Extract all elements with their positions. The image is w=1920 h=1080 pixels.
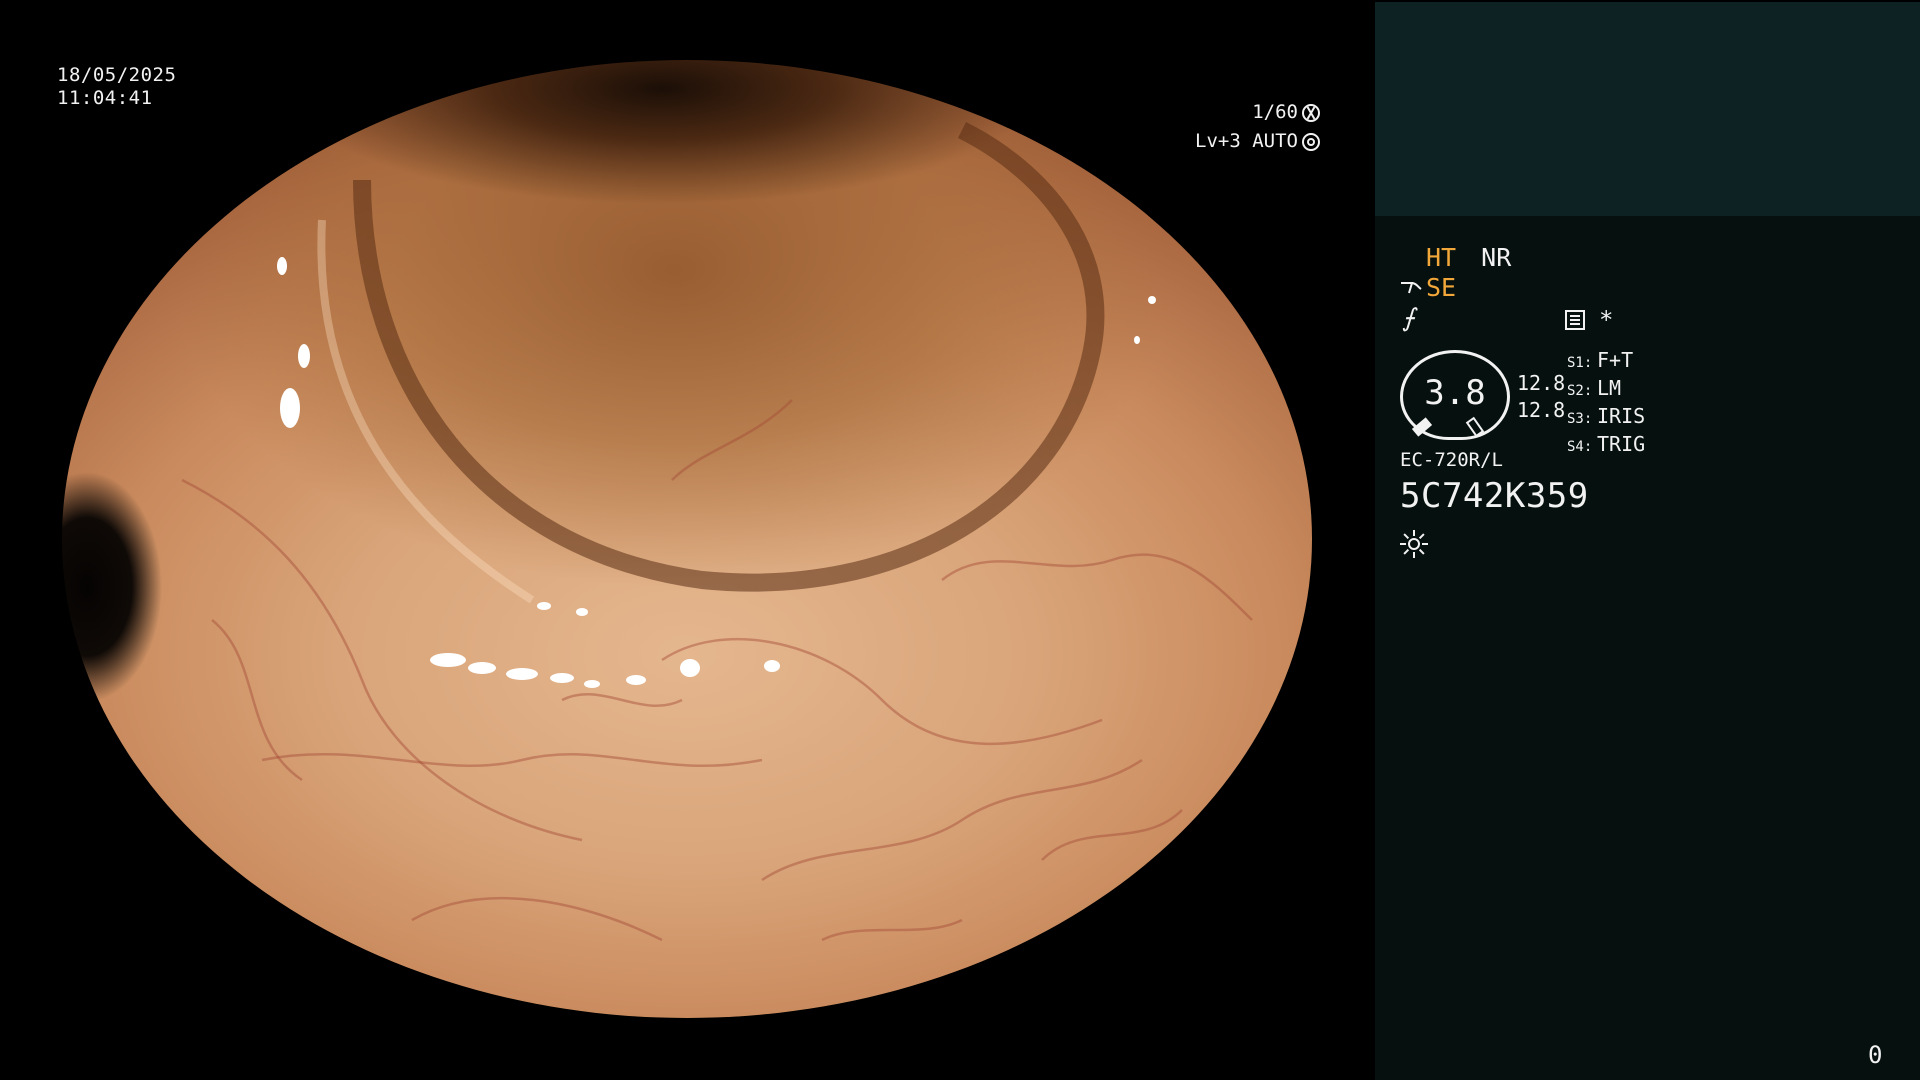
gauge-number-2: 12.8 bbox=[1517, 398, 1566, 422]
record-icon bbox=[1565, 310, 1585, 330]
level-row: Lv+3 AUTO bbox=[1195, 127, 1320, 156]
shutter-row: 1/60 bbox=[1195, 98, 1320, 127]
mode-se: SE bbox=[1426, 273, 1457, 302]
record-row: * bbox=[1565, 306, 1613, 334]
function-symbol: ⨍ bbox=[1402, 303, 1416, 332]
switch-assignments: S1: F+T S2: LM S3: IRIS S4: TRIG bbox=[1567, 348, 1645, 460]
switch-s4: S4: TRIG bbox=[1567, 432, 1646, 456]
switch-s2: S2: LM bbox=[1567, 376, 1622, 400]
mode-row: HT NR bbox=[1426, 243, 1511, 272]
mode-ht: HT bbox=[1426, 243, 1457, 272]
gauge-number-1: 12.8 bbox=[1517, 371, 1566, 395]
se-row: SE bbox=[1400, 273, 1456, 302]
date-text: 18/05/2025 bbox=[57, 64, 177, 86]
mode-nr: NR bbox=[1481, 243, 1512, 272]
frame-counter: 0 bbox=[1868, 1041, 1883, 1069]
exposure-overlay: 1/60 Lv+3 AUTO bbox=[1195, 98, 1320, 156]
shutter-text: 1/60 bbox=[1252, 101, 1298, 123]
bottom-mask bbox=[0, 1018, 1375, 1080]
level-text: Lv+3 AUTO bbox=[1195, 130, 1298, 152]
iris-icon bbox=[1302, 132, 1320, 151]
scope-serial: 5C742K359 bbox=[1400, 476, 1589, 516]
light-indicator bbox=[1400, 530, 1428, 558]
vessel-pattern bbox=[181, 399, 1253, 942]
scope-icon bbox=[1401, 281, 1422, 293]
endoscope-display: 18/05/2025 11:04:41 1/60 Lv+3 AUTO HT NR… bbox=[0, 0, 1920, 1080]
shutter-icon bbox=[1302, 103, 1320, 122]
datetime-overlay: 18/05/2025 11:04:41 bbox=[57, 64, 176, 110]
top-mask bbox=[0, 0, 1375, 60]
switch-s3: S3: IRIS bbox=[1567, 404, 1646, 428]
endoscopic-view bbox=[62, 60, 1312, 1018]
asterisk-mark: * bbox=[1599, 306, 1614, 334]
light-icon bbox=[1400, 530, 1428, 558]
panel-header-area bbox=[1375, 2, 1920, 216]
gauge-value: 3.8 bbox=[1424, 373, 1486, 413]
status-panel bbox=[1375, 216, 1920, 1080]
switch-s1: S1: F+T bbox=[1567, 348, 1634, 372]
mucosa-image bbox=[181, 90, 1253, 942]
time-text: 11:04:41 bbox=[57, 87, 153, 109]
mucosal-fold bbox=[353, 121, 1105, 592]
scope-model: EC-720R/L bbox=[1400, 449, 1503, 471]
